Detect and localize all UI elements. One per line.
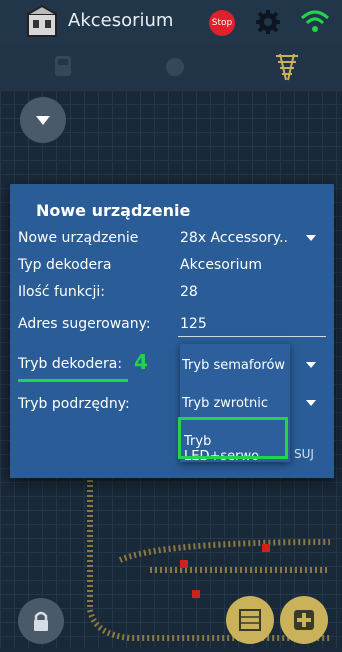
tab-bar (0, 44, 342, 90)
decoder-type-value: Akcesorium (180, 257, 263, 273)
edit-grid-icon (239, 609, 261, 631)
chevron-down-icon (306, 235, 316, 241)
address-underline (178, 336, 326, 337)
plus-icon (294, 610, 314, 630)
chevron-down-icon (306, 400, 316, 406)
edit-layout-button[interactable] (226, 596, 274, 644)
app-header: Akcesorium Stop (0, 0, 342, 45)
chevron-down-icon (306, 362, 316, 368)
lock-icon (34, 611, 48, 631)
dropdown-option-turnouts[interactable]: Tryb zwrotnic (182, 396, 268, 411)
wifi-icon (300, 10, 330, 32)
new-device-dialog: Nowe urządzenie Nowe urządzenie 28x Acce… (10, 184, 334, 478)
function-count-value: 28 (180, 284, 198, 300)
lock-button[interactable] (18, 598, 64, 644)
stop-button[interactable]: Stop (209, 10, 235, 36)
device-label: Nowe urządzenie (18, 230, 139, 246)
led-servo-highlight (178, 417, 288, 459)
app-logo-icon (27, 4, 57, 37)
gear-icon[interactable] (254, 8, 282, 36)
locomotive-tab-icon[interactable] (46, 50, 80, 84)
decoder-mode-label: Tryb dekodera: (18, 356, 123, 372)
track-tab-icon[interactable] (270, 50, 304, 84)
dialog-button-fragment[interactable]: SUJ (294, 447, 314, 461)
decoder-type-label: Typ dekodera (18, 257, 112, 273)
app-title: Akcesorium (68, 10, 174, 31)
add-button[interactable] (280, 596, 328, 644)
step-marker: 4 (134, 350, 148, 374)
collapse-button[interactable] (20, 97, 66, 143)
dialog-title: Nowe urządzenie (36, 201, 191, 220)
sub-mode-label: Tryb podrzędny: (18, 396, 130, 412)
highlight-underline (18, 379, 128, 382)
address-label: Adres sugerowany: (18, 316, 151, 332)
address-input[interactable]: 125 (180, 316, 207, 332)
chevron-down-icon (36, 116, 50, 125)
function-count-label: Ilość funkcji: (18, 284, 106, 300)
accessory-tab-icon[interactable] (158, 50, 192, 84)
device-select[interactable]: 28x Accessory.. (180, 230, 288, 246)
dropdown-option-semaphores[interactable]: Tryb semaforów (182, 358, 285, 373)
